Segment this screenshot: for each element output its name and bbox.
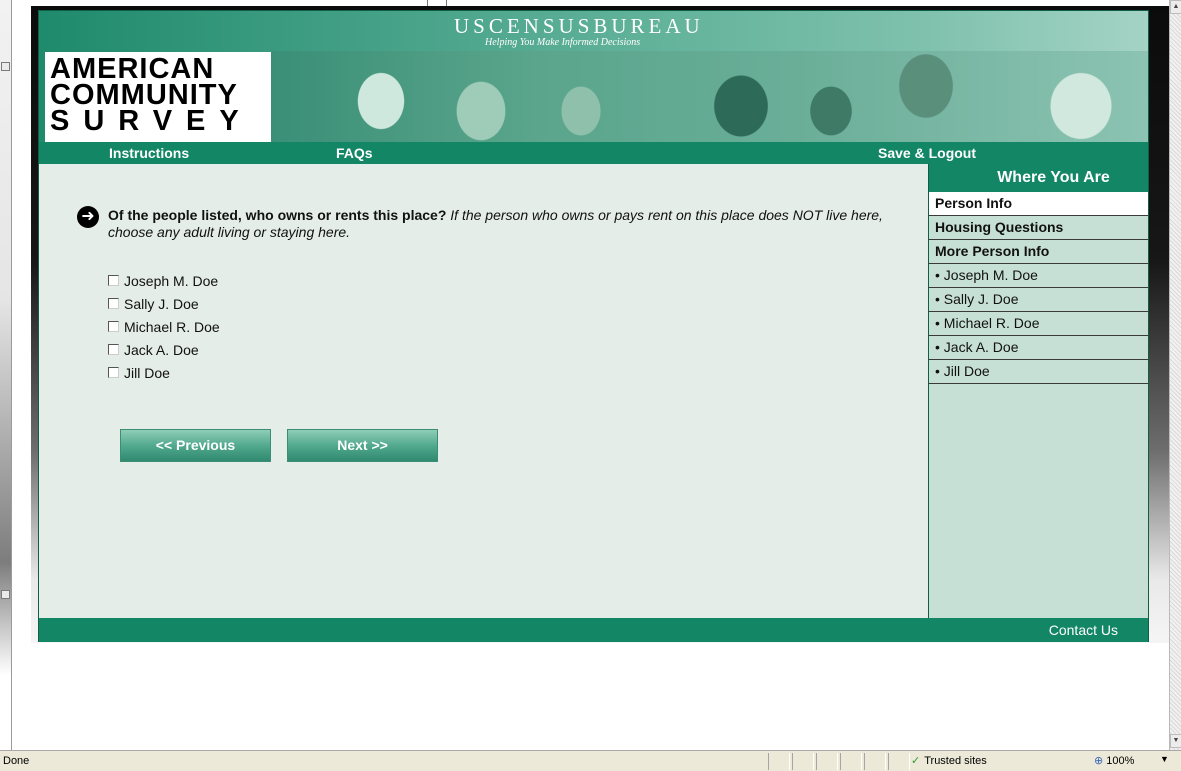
option-row[interactable]: Michael R. Doe: [108, 315, 220, 338]
top-nav-bar: Instructions FAQs Save & Logout: [39, 142, 1148, 164]
option-label[interactable]: Joseph M. Doe: [124, 273, 218, 289]
checkmark-icon: ✓: [911, 755, 921, 767]
previous-button[interactable]: << Previous: [120, 429, 271, 462]
status-segment: [816, 753, 838, 770]
agency-tagline: Helping You Make Informed Decisions: [485, 37, 641, 48]
next-button[interactable]: Next >>: [287, 429, 438, 462]
option-label[interactable]: Michael R. Doe: [124, 319, 220, 335]
browser-status-bar: Done ✓ Trusted sites ⊕ 100% ▼: [0, 750, 1181, 771]
status-segment: [792, 753, 814, 770]
status-segment: [864, 753, 886, 770]
save-logout-link[interactable]: Save & Logout: [878, 145, 976, 161]
option-row[interactable]: Jack A. Doe: [108, 338, 220, 361]
sidebar-item-person[interactable]: • Jack A. Doe: [929, 336, 1148, 360]
status-text: Done: [3, 755, 30, 767]
logo-line-3: SURVEY: [50, 105, 253, 137]
sidebar-header: Where You Are: [929, 164, 1148, 192]
zoom-level: 100%: [1106, 755, 1135, 767]
checkbox[interactable]: [108, 275, 119, 286]
chevron-down-icon[interactable]: ▼: [1160, 754, 1169, 764]
security-zone[interactable]: ✓ Trusted sites: [911, 754, 987, 767]
sidebar-item-more-person-info[interactable]: More Person Info: [929, 240, 1148, 264]
owner-options-list: Joseph M. Doe Sally J. Doe Michael R. Do…: [108, 269, 220, 384]
checkbox[interactable]: [108, 367, 119, 378]
desktop-icon: [1, 62, 10, 71]
option-label[interactable]: Jack A. Doe: [124, 342, 199, 358]
contact-us-link[interactable]: Contact Us: [1049, 622, 1118, 638]
sidebar-item-person[interactable]: • Sally J. Doe: [929, 288, 1148, 312]
status-segment: [888, 753, 910, 770]
question-panel: ➜ Of the people listed, who owns or rent…: [39, 164, 928, 618]
footer-bar: Contact Us: [39, 618, 1148, 642]
header-banner: USCENSUSBUREAU Helping You Make Informed…: [39, 11, 1148, 142]
zoom-control[interactable]: ⊕ 100%: [1094, 754, 1134, 767]
survey-window: USCENSUSBUREAU Helping You Make Informed…: [38, 10, 1149, 642]
sidebar-item-housing-questions[interactable]: Housing Questions: [929, 216, 1148, 240]
sidebar-item-person[interactable]: • Joseph M. Doe: [929, 264, 1148, 288]
banner-photo: [271, 51, 1148, 142]
sidebar-item-person[interactable]: • Michael R. Doe: [929, 312, 1148, 336]
checkbox[interactable]: [108, 344, 119, 355]
arrow-right-icon: ➜: [77, 206, 99, 228]
zoom-icon: ⊕: [1094, 755, 1104, 767]
status-segment: [840, 753, 862, 770]
desktop-icon: [1, 590, 10, 599]
checkbox[interactable]: [108, 321, 119, 332]
option-row[interactable]: Sally J. Doe: [108, 292, 220, 315]
scroll-up-icon[interactable]: ▲: [1170, 0, 1181, 14]
scroll-down-icon[interactable]: ▼: [1170, 734, 1181, 748]
option-row[interactable]: Jill Doe: [108, 361, 220, 384]
where-you-are-sidebar: Where You Are Person Info Housing Questi…: [928, 164, 1148, 618]
question-prompt: Of the people listed, who owns or rents …: [108, 207, 447, 223]
sidebar-item-person-info[interactable]: Person Info: [929, 192, 1148, 216]
option-label[interactable]: Sally J. Doe: [124, 296, 199, 312]
sidebar-item-person[interactable]: • Jill Doe: [929, 360, 1148, 384]
nav-faqs-link[interactable]: FAQs: [336, 145, 373, 161]
option-row[interactable]: Joseph M. Doe: [108, 269, 220, 292]
zone-label: Trusted sites: [924, 755, 987, 767]
question-text: Of the people listed, who owns or rents …: [108, 207, 888, 241]
desktop-left-strip: [0, 0, 12, 750]
page-scrollbar[interactable]: ▲ ▼: [1169, 0, 1181, 750]
agency-title: USCENSUSBUREAU: [454, 14, 704, 38]
checkbox[interactable]: [108, 298, 119, 309]
status-segment: [768, 753, 790, 770]
option-label[interactable]: Jill Doe: [124, 365, 170, 381]
survey-logo: AMERICAN COMMUNITY SURVEY: [45, 52, 271, 142]
nav-instructions-link[interactable]: Instructions: [109, 145, 189, 161]
